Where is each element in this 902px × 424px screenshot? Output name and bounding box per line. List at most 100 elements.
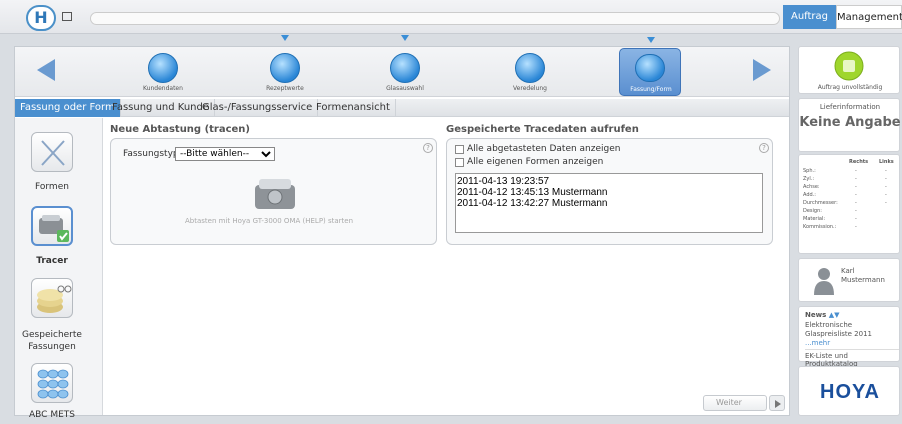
news-item[interactable]: Elektronische Glaspreisliste 2011 ...meh… [805, 321, 899, 348]
next-arrow-icon[interactable] [753, 59, 771, 81]
table-row: Durchmesser: - - [799, 200, 901, 208]
list-item[interactable]: 2011-04-12 13:45:13 Mustermann [456, 187, 762, 198]
alle-abgetasteten-checkbox[interactable] [455, 145, 464, 154]
rechts-header: Rechts [849, 159, 869, 165]
row-value-left: - [885, 176, 887, 182]
lieferinfo-label: Lieferinformation [819, 103, 881, 111]
marker-icon [401, 35, 409, 41]
sort-icon[interactable]: ▲▼ [829, 311, 840, 319]
row-label: Material: [803, 216, 825, 222]
tracedaten-list[interactable]: 2011-04-13 19:23:57 2011-04-12 13:45:13 … [455, 173, 763, 233]
previous-arrow-icon[interactable] [37, 59, 55, 81]
help-icon[interactable]: ? [759, 143, 769, 153]
row-value-right: - [855, 192, 857, 198]
row-value-right: - [855, 224, 857, 230]
tab-fassung-oder-form[interactable]: Fassung oder Form [15, 99, 121, 117]
shapes-grid-icon [37, 369, 69, 399]
news-text: Elektronische Glaspreisliste 2011 [805, 321, 872, 338]
abc-mets-label: ABC METS [29, 410, 75, 420]
tracer-hint: Abtasten mit Hoya GT-3000 OMA (HELP) sta… [185, 217, 354, 225]
hoya-logo: HOYA [820, 381, 880, 403]
step-label: Kundendaten [143, 85, 183, 92]
keine-angabe-label: Keine Angabe [799, 115, 901, 130]
main-panel: Kundendaten Rezeptwerte Glasauswahl Vere… [14, 35, 790, 420]
list-item[interactable]: 2011-04-12 13:42:27 Mustermann [456, 198, 762, 209]
nav-auftrag[interactable]: Auftrag [783, 5, 836, 29]
links-header: Links [879, 159, 894, 165]
abc-mets-button[interactable] [31, 363, 73, 403]
news-more-link[interactable]: ...mehr [805, 339, 830, 347]
row-value-left: - [885, 192, 887, 198]
fassungstyp-label: Fassungstyp [123, 149, 179, 159]
news-panel: News ▲▼ Elektronische Glaspreisliste 201… [798, 306, 900, 368]
user-first-name: Karl [841, 267, 855, 275]
table-row: Design: - [799, 208, 901, 216]
neue-abtastung-box: ? Fassungstyp --Bitte wählen-- Abtasten … [110, 138, 437, 245]
gespeicherte-fassungen-label: Gespeicherte Fassungen [22, 330, 82, 352]
brand-panel: HOYA [798, 366, 900, 416]
alle-eigenen-label: Alle eigenen Formen anzeigen [467, 157, 604, 167]
tab-glas-fassungsservice[interactable]: Glas-/Fassungsservice [197, 99, 319, 117]
tracer-icon [39, 215, 69, 242]
alle-abgetasteten-label: Alle abgetasteten Daten anzeigen [467, 144, 621, 154]
table-row: Kommission.: - [799, 224, 901, 232]
alle-eigenen-checkbox[interactable] [455, 158, 464, 167]
stacked-frames-icon [37, 285, 72, 313]
step-fassung-form[interactable]: Fassung/Form [619, 37, 681, 96]
row-label: Zyl.: [803, 176, 815, 182]
formen-label: Formen [35, 182, 69, 192]
order-status-panel: Auftrag unvollständig [798, 46, 900, 94]
tab-formenansicht[interactable]: Formenansicht [311, 99, 396, 117]
home-logo-icon[interactable]: H [26, 5, 56, 31]
step-label: Rezeptwerte [266, 85, 304, 92]
prescription-rows: Sph.: - - Zyl.: - - Achse: - - Add.: - - Durchme… [799, 168, 901, 232]
news-title: News ▲▼ [805, 311, 839, 319]
top-search-bar [90, 12, 780, 25]
left-nav: Formen Tracer Gespeicherte Fassungen ABC… [15, 118, 103, 420]
neue-abtastung-title: Neue Abtastung (tracen) [110, 124, 250, 135]
status-icon [834, 51, 864, 81]
marker-icon [281, 35, 289, 41]
step-label: Glasauswahl [386, 85, 424, 92]
table-row: Achse: - - [799, 184, 901, 192]
tracedaten-box: ? Alle abgetasteten Daten anzeigen Alle … [446, 138, 773, 245]
tab-bar: Fassung oder Form Fassung und Kunde Glas… [15, 99, 789, 117]
step-kundendaten[interactable]: Kundendaten [113, 47, 213, 97]
formen-button[interactable] [31, 132, 73, 172]
nav-management[interactable]: Management [836, 5, 902, 29]
row-value-left: - [885, 200, 887, 206]
user-last-name: Mustermann [841, 276, 885, 284]
order-status-label: Auftrag unvollständig [817, 84, 883, 91]
row-value-right: - [855, 168, 857, 174]
weiter-arrow-button[interactable] [769, 395, 785, 411]
marker-icon [647, 37, 655, 43]
table-row: Zyl.: - - [799, 176, 901, 184]
row-value-right: - [855, 176, 857, 182]
row-label: Sph.: [803, 168, 816, 174]
workflow-bar: Kundendaten Rezeptwerte Glasauswahl Vere… [15, 35, 789, 97]
top-bar: H Auftrag Management [0, 0, 902, 34]
list-item[interactable]: 2011-04-13 19:23:57 [456, 176, 762, 187]
tracer-button[interactable] [31, 206, 73, 246]
tracedaten-title: Gespeicherte Tracedaten aufrufen [446, 124, 639, 135]
weiter-button[interactable]: Weiter [703, 395, 767, 411]
step-label: Fassung/Form [630, 86, 672, 93]
row-value-left: - [885, 184, 887, 190]
lieferinfo-panel: Lieferinformation Keine Angabe [798, 98, 901, 152]
news-title-text: News [805, 311, 827, 319]
tracer-device-icon [255, 179, 295, 209]
step-rezeptwerte[interactable]: Rezeptwerte [235, 35, 335, 97]
customer-icon [148, 53, 178, 83]
tracer-label: Tracer [36, 256, 68, 266]
step-glasauswahl[interactable]: Glasauswahl [355, 35, 455, 97]
row-value-right: - [855, 184, 857, 190]
gespeicherte-fassungen-button[interactable] [31, 278, 73, 318]
row-label: Kommission.: [803, 224, 837, 230]
step-veredelung[interactable]: Veredelung [480, 47, 580, 97]
help-icon[interactable]: ? [423, 143, 433, 153]
row-value-right: - [855, 216, 857, 222]
fassungstyp-select[interactable]: --Bitte wählen-- [175, 147, 275, 161]
window-icon[interactable] [62, 12, 72, 21]
play-icon [775, 400, 781, 408]
lens-icon [390, 53, 420, 83]
